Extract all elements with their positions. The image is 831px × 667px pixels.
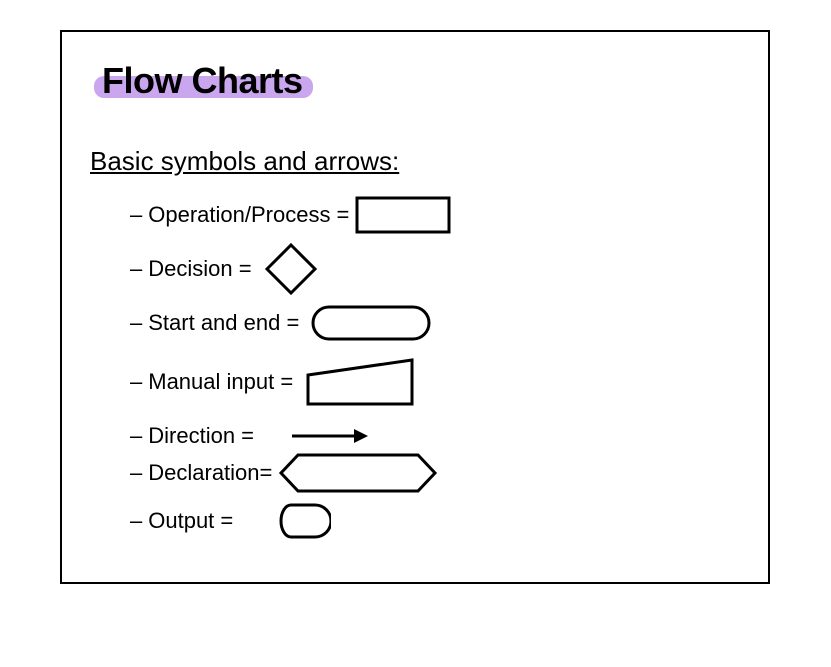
item-label: Decision =: [148, 256, 257, 282]
arrow-icon: [290, 426, 370, 446]
title-wrap: Flow Charts: [102, 60, 303, 102]
symbol-list: – Operation/Process = – Decision = – Sta…: [130, 195, 740, 541]
list-item: – Decision =: [130, 249, 740, 289]
item-label: Manual input =: [148, 369, 299, 395]
bullet-dash: –: [130, 310, 142, 336]
page: Flow Charts Basic symbols and arrows: – …: [0, 0, 831, 667]
bullet-dash: –: [130, 423, 142, 449]
list-item: – Output =: [130, 501, 740, 541]
bullet-dash: –: [130, 256, 142, 282]
display-icon: [279, 502, 331, 540]
list-item: – Declaration=: [130, 453, 740, 493]
bullet-dash: –: [130, 508, 142, 534]
rectangle-icon: [355, 196, 451, 234]
manual-input-icon: [305, 357, 415, 407]
list-item: – Manual input =: [130, 357, 740, 407]
bullet-dash: –: [130, 460, 142, 486]
item-label: Start and end =: [148, 310, 305, 336]
terminator-icon: [311, 305, 431, 341]
bullet-dash: –: [130, 202, 142, 228]
item-label: Output =: [148, 508, 239, 534]
diamond-icon: [264, 242, 318, 296]
slide-title: Flow Charts: [102, 60, 303, 102]
list-item: – Operation/Process =: [130, 195, 740, 235]
list-item: – Direction =: [130, 421, 740, 451]
hexagon-icon: [278, 452, 438, 494]
list-item: – Start and end =: [130, 303, 740, 343]
item-label: Direction =: [148, 423, 260, 449]
slide-subtitle: Basic symbols and arrows:: [90, 146, 740, 177]
item-label: Operation/Process =: [148, 202, 349, 228]
bullet-dash: –: [130, 369, 142, 395]
slide-frame: Flow Charts Basic symbols and arrows: – …: [60, 30, 770, 584]
item-label: Declaration=: [148, 460, 272, 486]
